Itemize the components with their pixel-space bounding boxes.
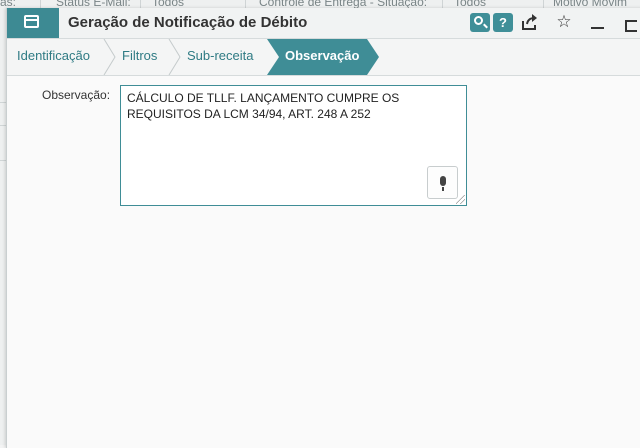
- debit-notification-dialog: Geração de Notificação de Débito ? ☆ Ide…: [6, 8, 640, 448]
- share-button[interactable]: [519, 12, 541, 36]
- step-observacao[interactable]: Observação: [285, 39, 359, 73]
- dialog-titlebar: Geração de Notificação de Débito ? ☆: [7, 8, 640, 39]
- share-icon: [522, 14, 537, 30]
- voice-input-button[interactable]: [427, 166, 458, 199]
- step-identificacao[interactable]: Identificação: [17, 39, 90, 75]
- observacao-textarea[interactable]: CÁLCULO DE TLLF. LANÇAMENTO CUMPRE OS RE…: [120, 85, 467, 206]
- help-icon: ?: [499, 15, 507, 30]
- chevron-right-icon: [103, 39, 116, 75]
- chevron-right-icon: [168, 39, 181, 75]
- dialog-title: Geração de Notificação de Débito: [68, 14, 308, 31]
- help-button[interactable]: ?: [493, 13, 513, 32]
- app-window-icon-box: [7, 8, 59, 38]
- star-icon: ☆: [556, 12, 572, 31]
- observacao-label: Observação:: [42, 88, 111, 102]
- minimize-icon: [591, 27, 604, 29]
- search-icon: [474, 16, 483, 25]
- textarea-resize-handle[interactable]: [456, 195, 465, 204]
- search-button[interactable]: [470, 13, 490, 32]
- step-filtros[interactable]: Filtros: [122, 39, 157, 75]
- microphone-icon: [440, 176, 446, 191]
- close-icon: [625, 20, 637, 32]
- wizard-steps: Identificação Filtros Sub-receita Observ…: [7, 39, 640, 76]
- app-window-icon: [24, 15, 39, 28]
- step-sub-receita[interactable]: Sub-receita: [187, 39, 253, 75]
- favorite-button[interactable]: ☆: [553, 12, 575, 32]
